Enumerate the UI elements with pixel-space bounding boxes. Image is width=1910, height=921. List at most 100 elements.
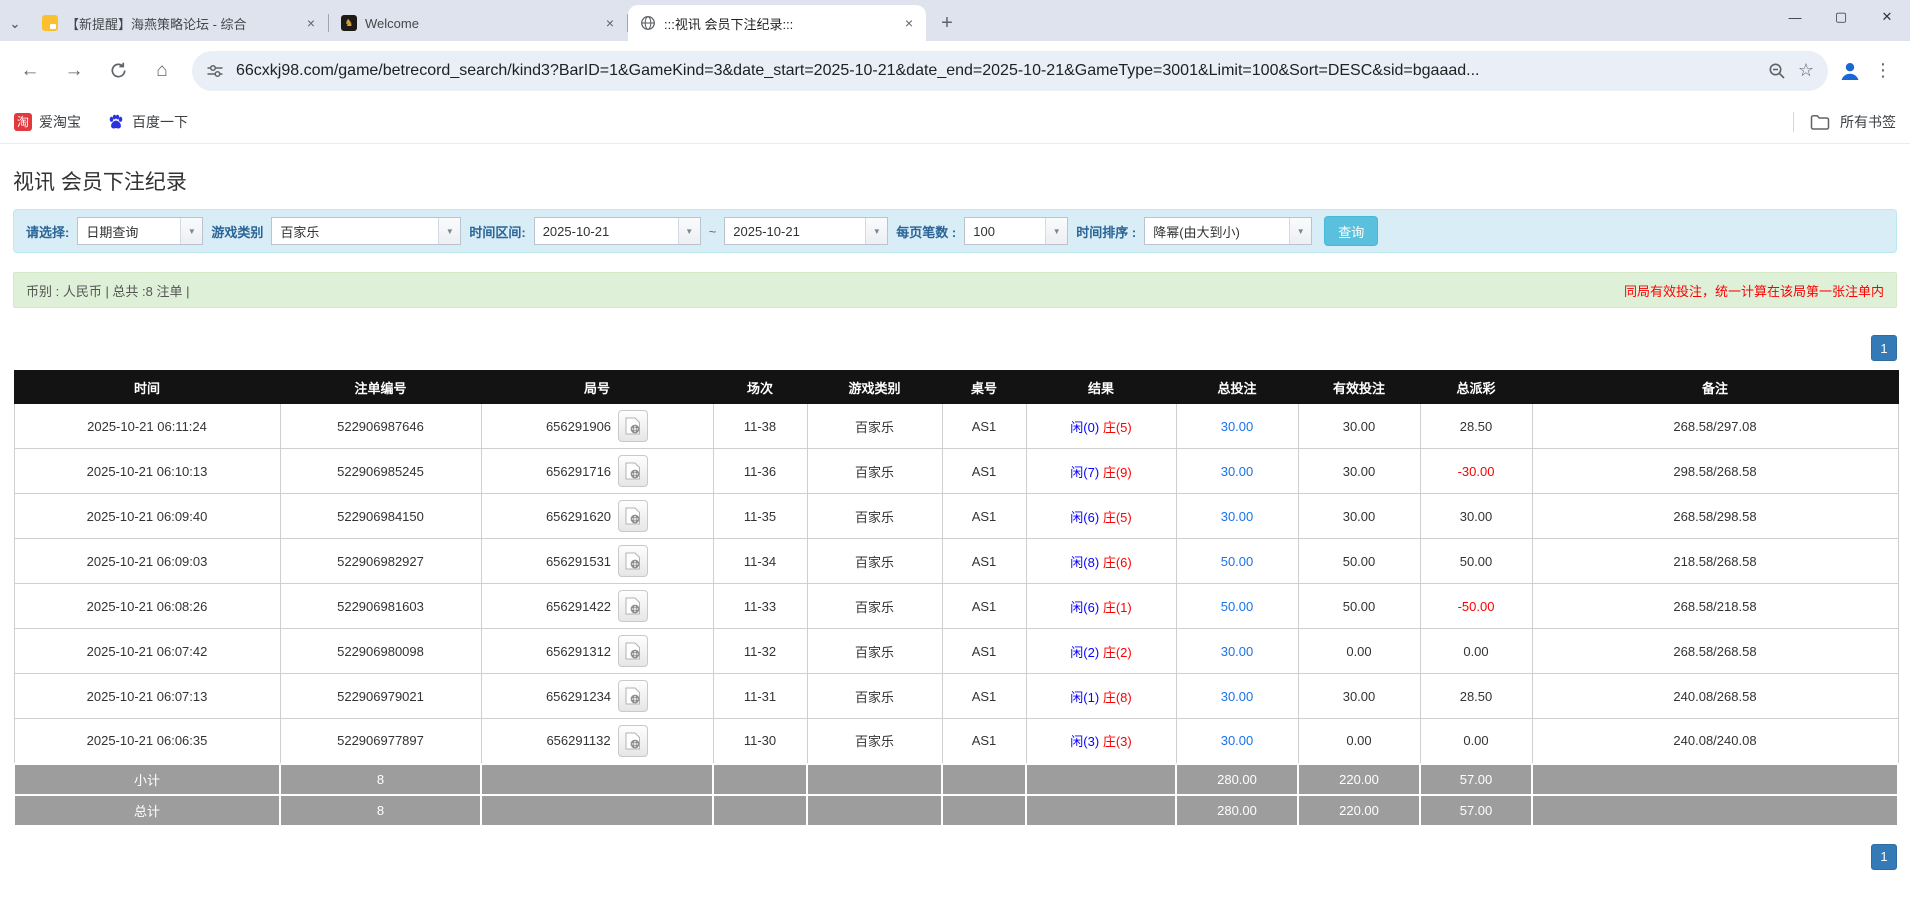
cell-result: 闲(2) 庄(2): [1025, 628, 1177, 674]
sort-select[interactable]: 降幂(由大到小) ▼: [1144, 217, 1313, 245]
cell-round-id: 656291234: [480, 673, 714, 719]
page-number-button[interactable]: 1: [1871, 335, 1897, 361]
total-count: 8: [279, 793, 482, 827]
tab-bet-record-active[interactable]: :::视讯 会员下注纪录::: ×: [628, 5, 926, 41]
header-payout: 总派彩: [1419, 370, 1533, 404]
cell-round-id: 656291312: [480, 628, 714, 674]
chevron-down-icon[interactable]: ▼: [865, 218, 888, 244]
browser-toolbar: ← → ⌂ 66cxkj98.com/game/betrecord_search…: [0, 41, 1910, 100]
page-number-button[interactable]: 1: [1871, 843, 1897, 870]
cell-game-type: 百家乐: [806, 673, 943, 719]
bookmark-baidu[interactable]: 百度一下: [107, 112, 188, 132]
video-replay-button[interactable]: [618, 500, 649, 532]
bookmark-aitaobao[interactable]: 淘 爱淘宝: [14, 112, 81, 132]
close-button[interactable]: ✕: [1864, 0, 1910, 34]
round-id-value: 656291422: [545, 598, 612, 614]
video-replay-button[interactable]: [618, 635, 649, 667]
query-mode-select[interactable]: 日期查询 ▼: [77, 217, 204, 245]
cell-note: 268.58/297.08: [1531, 403, 1899, 449]
cell-table: AS1: [941, 718, 1027, 764]
tab-close-icon[interactable]: ×: [302, 14, 320, 32]
date-start-value: 2025-10-21: [542, 223, 610, 239]
cell-round-id: 656291531: [480, 538, 714, 584]
search-button[interactable]: 查询: [1324, 216, 1379, 246]
round-id-value: 656291716: [545, 463, 612, 479]
tab-close-icon[interactable]: ×: [601, 14, 619, 32]
cell-payout: 30.00: [1419, 493, 1533, 539]
minimize-button[interactable]: —: [1772, 0, 1818, 34]
cell-total-bet: 50.00: [1175, 538, 1299, 584]
zoom-magnifier-icon[interactable]: [1768, 62, 1786, 80]
url-text[interactable]: 66cxkj98.com/game/betrecord_search/kind3…: [236, 62, 1756, 80]
tab-welcome[interactable]: ♞ Welcome ×: [329, 5, 627, 41]
bookmark-star-icon[interactable]: ☆: [1798, 60, 1814, 81]
cell-table: AS1: [941, 583, 1027, 629]
video-replay-button[interactable]: [618, 455, 649, 487]
cell-session: 11-36: [712, 448, 808, 494]
total-bet-link[interactable]: 30.00: [1221, 733, 1254, 748]
total-label: 总计: [13, 793, 281, 827]
cell-valid-bet: 0.00: [1297, 628, 1421, 674]
total-bet-link[interactable]: 30.00: [1221, 464, 1254, 479]
chevron-down-icon[interactable]: ▼: [677, 218, 700, 244]
maximize-button[interactable]: ▢: [1818, 0, 1864, 34]
cell-game-type: 百家乐: [806, 493, 943, 539]
video-replay-button[interactable]: [618, 590, 649, 622]
cell-time: 2025-10-21 06:10:13: [13, 448, 281, 494]
tab-close-icon[interactable]: ×: [900, 14, 918, 32]
round-id-value: 656291132: [546, 733, 611, 749]
cell-time: 2025-10-21 06:06:35: [13, 718, 281, 764]
chevron-down-icon[interactable]: ▼: [1289, 218, 1312, 244]
baidu-paw-icon: [107, 113, 125, 131]
home-icon[interactable]: ⌂: [142, 51, 182, 91]
video-replay-button[interactable]: [617, 724, 648, 757]
address-bar[interactable]: 66cxkj98.com/game/betrecord_search/kind3…: [192, 50, 1828, 91]
site-settings-tune-icon[interactable]: [206, 62, 224, 80]
profile-avatar-icon[interactable]: [1838, 59, 1862, 83]
total-bet-link[interactable]: 50.00: [1221, 554, 1254, 569]
bookmark-label: 爱淘宝: [39, 113, 81, 130]
header-note: 备注: [1531, 370, 1899, 404]
chevron-down-icon[interactable]: ▼: [180, 218, 203, 244]
total-bet-link[interactable]: 30.00: [1221, 689, 1254, 704]
video-replay-button[interactable]: [618, 545, 649, 577]
cell-total-bet: 30.00: [1175, 448, 1299, 494]
date-end-value: 2025-10-21: [733, 223, 800, 239]
round-id-value: 656291234: [545, 688, 612, 704]
subtotal-count: 8: [279, 762, 482, 796]
browser-menu-icon[interactable]: ⋮: [1866, 60, 1900, 81]
back-icon[interactable]: ←: [10, 51, 50, 91]
cell-bet-id: 522906980098: [279, 628, 482, 674]
chevron-down-icon[interactable]: ▼: [1045, 218, 1068, 244]
date-start-input[interactable]: 2025-10-21 ▼: [533, 217, 701, 245]
game-type-select[interactable]: 百家乐 ▼: [271, 217, 462, 245]
total-bet-link[interactable]: 30.00: [1221, 419, 1254, 434]
cell-time: 2025-10-21 06:09:03: [13, 538, 281, 584]
tab-search-chevron-icon[interactable]: ⌄: [0, 7, 30, 41]
summary-currency-count: 币别 : 人民币 | 总共 :8 注单 |: [26, 283, 190, 299]
total-bet-link[interactable]: 50.00: [1221, 599, 1254, 614]
tab-forum[interactable]: 【新提醒】海燕策略论坛 - 综合 ×: [30, 5, 328, 41]
total-bet-link[interactable]: 30.00: [1221, 644, 1254, 659]
video-replay-button[interactable]: [618, 680, 649, 712]
result-banker: 庄(2): [1102, 644, 1132, 660]
cell-valid-bet: 0.00: [1297, 718, 1421, 764]
cell-result: 闲(7) 庄(9): [1025, 448, 1177, 494]
forward-icon[interactable]: →: [54, 51, 94, 91]
result-banker: 庄(5): [1102, 509, 1132, 525]
reload-icon[interactable]: [98, 51, 138, 91]
video-replay-button[interactable]: [618, 410, 649, 442]
subtotal-payout: 57.00: [1419, 762, 1533, 796]
cell-payout: 28.50: [1419, 403, 1533, 449]
total-bet-link[interactable]: 30.00: [1221, 509, 1254, 524]
new-tab-button[interactable]: +: [932, 8, 962, 38]
chevron-down-icon[interactable]: ▼: [438, 218, 461, 244]
table-row: 2025-10-21 06:07:42 522906980098 6562913…: [13, 628, 1899, 674]
all-bookmarks-label[interactable]: 所有书签: [1840, 112, 1896, 132]
date-separator: ~: [708, 223, 717, 239]
page-title: 视讯 会员下注纪录: [13, 171, 187, 194]
result-player: 闲(2): [1070, 644, 1100, 660]
page-size-select[interactable]: 100 ▼: [964, 217, 1069, 245]
cell-payout: -30.00: [1419, 448, 1533, 494]
date-end-input[interactable]: 2025-10-21 ▼: [724, 217, 889, 245]
